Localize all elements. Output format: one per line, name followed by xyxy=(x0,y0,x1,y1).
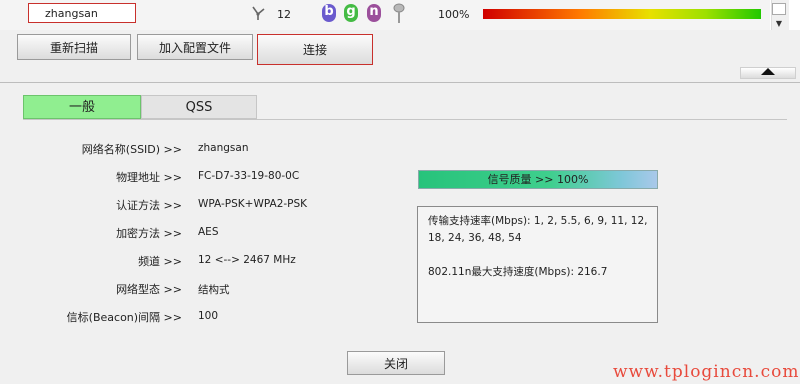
label-mac: 物理地址 >> xyxy=(116,171,182,184)
signal-strength-bar xyxy=(483,9,761,19)
label-channel: 频道 >> xyxy=(138,255,182,268)
label-encryption: 加密方法 >> xyxy=(116,227,182,240)
watermark: www.tplogincn.com xyxy=(613,362,800,382)
supported-rates: 传输支持速率(Mbps): 1, 2, 5.5, 6, 9, 11, 12, 1… xyxy=(428,215,648,244)
close-button[interactable]: 关闭 xyxy=(347,351,445,375)
network-channel: 12 xyxy=(277,8,291,21)
value-auth: WPA-PSK+WPA2-PSK xyxy=(198,198,308,210)
mode-g-icon: g xyxy=(344,4,358,22)
value-ssid: zhangsan xyxy=(198,142,249,154)
value-network-type: 结构式 xyxy=(198,284,230,296)
connect-button[interactable]: 连接 xyxy=(257,34,373,65)
label-network-type: 网络型态 >> xyxy=(116,283,182,296)
scroll-down-icon[interactable]: ▼ xyxy=(774,19,784,29)
network-ssid[interactable]: zhangsan xyxy=(28,3,136,23)
collapse-up-icon[interactable] xyxy=(761,68,775,75)
max-speed: 802.11n最大支持速度(Mbps): 216.7 xyxy=(428,266,608,278)
mode-n-icon: n xyxy=(367,4,381,22)
label-beacon: 信标(Beacon)间隔 >> xyxy=(66,311,182,324)
rescan-button[interactable]: 重新扫描 xyxy=(17,34,131,60)
signal-quality-bar: 信号质量 >> 100% xyxy=(418,170,658,189)
value-beacon: 100 xyxy=(198,310,219,322)
value-channel: 12 <--> 2467 MHz xyxy=(198,254,296,266)
security-key-icon xyxy=(393,3,405,23)
scrollbar-thumb[interactable] xyxy=(772,3,786,15)
signal-percent: 100% xyxy=(438,8,470,21)
channel-icon xyxy=(252,6,265,20)
mode-b-icon: b xyxy=(322,4,336,22)
tab-general[interactable]: 一般 xyxy=(23,95,141,119)
label-ssid: 网络名称(SSID) >> xyxy=(81,143,182,156)
value-encryption: AES xyxy=(198,226,219,238)
value-mac: FC-D7-33-19-80-0C xyxy=(198,170,300,182)
rate-info-box: 传输支持速率(Mbps): 1, 2, 5.5, 6, 9, 11, 12, 1… xyxy=(417,206,658,323)
label-auth: 认证方法 >> xyxy=(116,199,182,212)
tab-qss[interactable]: QSS xyxy=(141,95,257,119)
add-profile-button[interactable]: 加入配置文件 xyxy=(137,34,253,60)
tab-divider xyxy=(23,119,787,120)
